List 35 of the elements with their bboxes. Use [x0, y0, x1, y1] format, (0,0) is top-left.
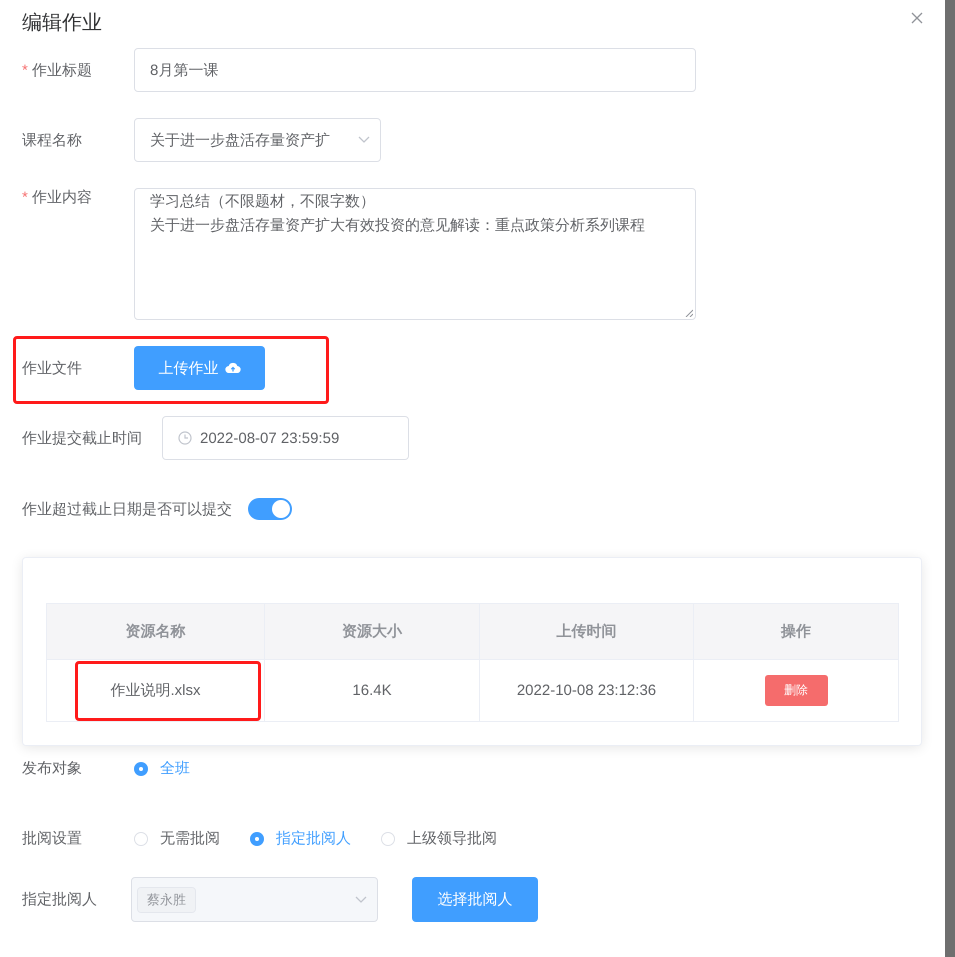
field-label: 作业文件	[22, 358, 83, 378]
field-label: 作业提交截止时间	[22, 428, 142, 448]
title-input[interactable]: 8月第一课	[134, 48, 696, 92]
field-label: 发布对象	[22, 759, 83, 778]
field-label: 指定批阅人	[22, 890, 97, 909]
table-cell: 2022-10-08 23:12:36	[516, 682, 656, 699]
radio-option[interactable]: 上级领导批阅	[381, 829, 497, 848]
radio-label[interactable]: 无需批阅	[160, 829, 220, 848]
dialog-title: 编辑作业	[22, 11, 102, 36]
close-icon[interactable]	[911, 12, 923, 24]
course-select[interactable]: 关于进一步盘活存量资产扩	[134, 118, 381, 162]
clock-icon	[178, 431, 192, 445]
field-label: 作业超过截止日期是否可以提交	[22, 500, 232, 518]
radio-option[interactable]: 无需批阅	[134, 829, 220, 848]
resize-handle-icon[interactable]	[685, 309, 693, 317]
chevron-icon	[358, 136, 370, 144]
field-label: * 作业标题	[22, 60, 93, 80]
content-textarea[interactable]: 学习总结（不限题材，不限字数） 关于进一步盘活存量资产扩大有效投资的意见解读：重点政策分析系列课程	[134, 188, 696, 320]
column-header: 资源名称	[46, 604, 264, 660]
date-picker[interactable]: 2022-08-07 23:59:59	[162, 416, 409, 460]
toggle-switch[interactable]	[248, 498, 292, 520]
radio-label[interactable]: 上级领导批阅	[407, 829, 497, 848]
field-label: 课程名称	[22, 130, 83, 150]
field-label: * 作业内容	[22, 188, 93, 207]
radio-button[interactable]	[134, 762, 148, 776]
cloud-upload-icon	[224, 362, 240, 374]
column-header: 操作	[694, 604, 898, 660]
table-cell: 16.4K	[352, 682, 392, 699]
table-cell: 作业说明.xlsx	[110, 682, 200, 699]
radio-button[interactable]	[250, 832, 264, 846]
column-header: 上传时间	[480, 604, 694, 660]
reviewer-tag: 蔡永胜	[137, 886, 196, 912]
column-header: 资源大小	[264, 604, 480, 660]
field-label: 批阅设置	[22, 829, 83, 848]
chevron-icon	[355, 896, 367, 904]
